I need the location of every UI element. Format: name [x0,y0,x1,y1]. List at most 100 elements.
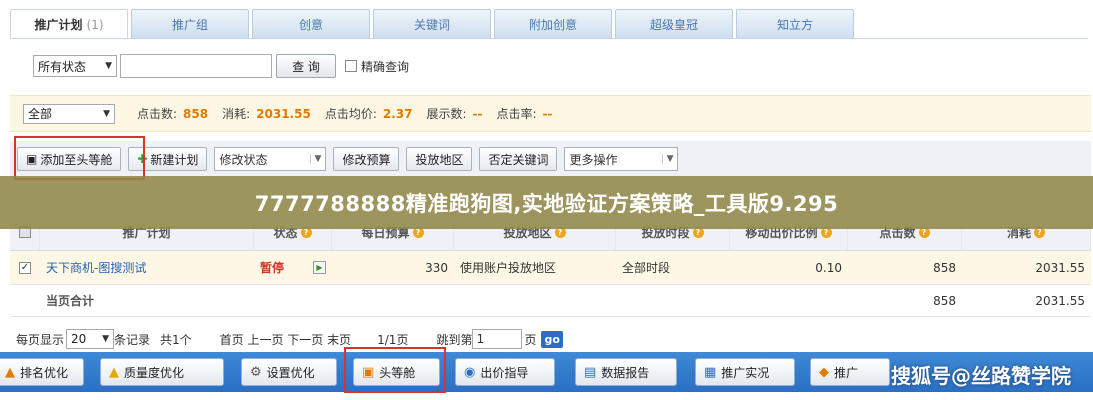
live-preview-button[interactable]: ▦ 推广实况 [695,358,795,386]
banner-text: 7777788888精准跑狗图,实地验证方案策略_工具版9.295 [254,191,839,216]
page-nav[interactable]: 首页 上一页 下一页 末页 [220,331,351,348]
impressions-label: 展示数: [426,107,467,121]
settings-optimize-button[interactable]: ⚙ 设置优化 [241,358,337,386]
bottom-item-label: 推广实况 [721,365,770,380]
plan-name-link[interactable]: 天下商机-图搜测试 [46,259,146,276]
records-label: 条记录 [114,332,151,347]
quality-optimize-button[interactable]: ▲ 质量度优化 [100,358,224,386]
filter-row: 所有状态 ▼ 查 询 精确查询 [33,54,409,78]
status-filter-select[interactable]: 所有状态 ▼ [33,55,117,77]
tab-label: 超级皇冠 [649,17,698,32]
source-watermark: 搜狐号@丝路赞学院 [891,364,1071,388]
stats-bar: 全部 ▼ 点击数: 858 消耗: 2031.55 点击均价: 2.37 展示数… [10,95,1091,132]
range-select[interactable]: 全部 ▼ [23,103,115,124]
quality-icon: ▲ [109,364,119,380]
shield-icon: ◆ [819,364,829,380]
chevron-down-icon: ▼ [661,154,673,164]
more-actions-select[interactable]: 更多操作 ▼ [564,147,679,171]
highlight-box [14,136,145,180]
total-label: 当页合计 [46,294,95,308]
chevron-down-icon: ▼ [309,154,321,164]
data-report-button[interactable]: ▤ 数据报告 [575,358,677,386]
bottom-item-label: 数据报告 [601,365,650,380]
avg-price-label: 点击均价: [324,107,377,121]
jump-page-input[interactable]: 1 [472,329,523,349]
tab-zhilifang[interactable]: 知立方 [736,9,854,38]
impressions-value: -- [472,106,483,121]
tab-keywords[interactable]: 关键词 [373,9,491,38]
bottom-item-label: 质量度优化 [124,365,185,380]
tab-label: 关键词 [413,17,450,32]
modify-status-select[interactable]: 修改状态 ▼ [214,147,327,171]
cost-label: 消耗: [222,107,251,121]
action-toolbar: ▣ 添加至头等舱 ✚ 新建计划 修改状态 ▼ 修改预算 投放地区 否定关键词 更… [10,141,1091,177]
new-plan-label: 新建计划 [150,152,199,167]
bottom-item-label: 设置优化 [266,365,315,380]
per-page-value: 20 [71,332,87,346]
chevron-down-icon: ▼ [103,108,110,119]
tab-label: 创意 [298,17,323,32]
chevron-down-icon: ▼ [102,334,110,344]
bottom-item-label: 排名优化 [20,365,69,380]
settings-icon: ⚙ [250,364,262,380]
page-suffix: 页 [524,332,537,347]
tab-bar: 推广计划 (1) 推广组 创意 关键词 附加创意 超级皇冠 知立方 [10,9,857,39]
bid-icon: ◉ [464,364,476,380]
chevron-down-icon: ▼ [105,61,112,71]
tab-super-crown[interactable]: 超级皇冠 [615,9,733,38]
preview-icon: ▦ [704,364,717,380]
schedule-cell[interactable]: 全部时段 [616,251,730,284]
ranking-optimize-button[interactable]: ▲ 排名优化 [0,358,84,386]
tab-extra-creatives[interactable]: 附加创意 [494,9,612,38]
total-clicks: 858 [933,293,956,308]
budget-cell[interactable]: 330 [332,251,454,284]
status-cell: 暂停 ▶ [254,251,332,284]
tab-creatives[interactable]: 创意 [252,9,370,38]
report-icon: ▤ [584,364,597,380]
tab-label: 推广计划 [34,18,83,32]
campaign-table: 推广计划 状态? 每日预算? 投放地区? 投放时段? 移动出价比例? 点击数? … [10,214,1091,317]
search-input[interactable] [120,54,272,78]
tab-campaign-plans[interactable]: 推广计划 (1) [10,9,128,39]
watermark-banner: 7777788888精准跑狗图,实地验证方案策略_工具版9.295 [0,176,1093,229]
cost-value: 2031.55 [256,106,311,121]
bottom-item-label: 出价指导 [480,365,529,380]
negative-keywords-button[interactable]: 否定关键词 [479,147,558,171]
clicks-value: 858 [183,106,209,121]
highlight-box [344,347,446,393]
range-select-value: 全部 [28,107,53,121]
total-row: 当页合计 858 2031.55 [10,285,1091,317]
ranking-icon: ▲ [5,364,15,380]
table-row: ✓ 天下商机-图搜测试 暂停 ▶ 330 使用账户投放地区 全部时段 0.10 … [10,251,1091,285]
promotion-button[interactable]: ◆ 推广 [810,358,890,386]
row-checkbox-cell[interactable]: ✓ [10,251,40,284]
row-checkbox[interactable]: ✓ [19,261,31,274]
modify-status-label: 修改状态 [219,152,268,167]
bottom-item-label: 推广 [834,365,859,380]
per-page-select[interactable]: 20 ▼ [66,329,115,349]
exact-query-label: 精确查询 [361,59,410,74]
more-actions-label: 更多操作 [569,152,618,167]
modify-budget-button[interactable]: 修改预算 [333,147,400,171]
bid-guide-button[interactable]: ◉ 出价指导 [455,358,555,386]
tab-count: (1) [86,17,104,32]
ctr-value: -- [542,106,553,121]
status-filter-value: 所有状态 [38,59,87,74]
avg-price-value: 2.37 [382,106,413,121]
tab-label: 知立方 [776,17,813,32]
query-button[interactable]: 查 询 [276,54,336,78]
tab-ad-groups[interactable]: 推广组 [131,9,249,38]
region-cell[interactable]: 使用账户投放地区 [454,251,616,284]
cost-cell: 2031.55 [1035,260,1085,275]
region-button[interactable]: 投放地区 [406,147,473,171]
mobile-ratio-cell[interactable]: 0.10 [730,251,848,284]
jump-page-value: 1 [476,332,485,346]
per-page-label: 每页显示 [16,332,65,347]
ctr-label: 点击率: [496,107,537,121]
tabs-divider [10,38,1088,39]
page-info: 1/1页 [377,332,409,347]
status-badge: 暂停 [260,261,285,275]
exact-query-checkbox[interactable] [345,60,357,72]
go-button[interactable]: go [541,330,563,348]
play-icon[interactable]: ▶ [313,261,326,274]
